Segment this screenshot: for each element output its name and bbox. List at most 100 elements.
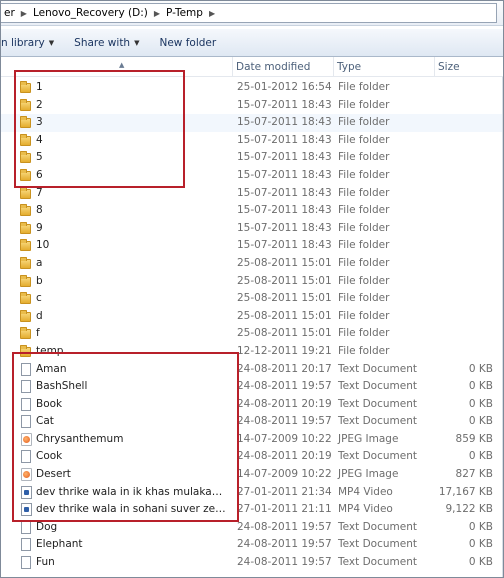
share-with-label: Share with <box>74 36 131 49</box>
file-row[interactable]: Dog 24-08-2011 19:57 Text Document 0 KB <box>1 519 503 537</box>
file-name: 8 <box>36 204 43 217</box>
file-row[interactable]: Elephant 24-08-2011 19:57 Text Document 0 K… <box>1 536 503 554</box>
file-row[interactable]: Aman 24-08-2011 20:17 Text Document 0 KB <box>1 361 503 379</box>
file-row[interactable]: Cat 24-08-2011 19:57 Text Document 0 KB <box>1 413 503 431</box>
file-date-modified: 12-12-2011 19:21 <box>237 344 332 357</box>
file-row[interactable]: 7 15-07-2011 18:43 File folder <box>1 185 503 203</box>
folder-icon <box>20 98 31 111</box>
file-row[interactable]: Cook 24-08-2011 20:19 Text Document 0 KB <box>1 448 503 466</box>
file-size: 0 KB <box>468 380 493 393</box>
file-name: f <box>36 327 40 340</box>
file-row[interactable]: BashShell 24-08-2011 19:57 Text Document 0 … <box>1 378 503 396</box>
file-type: MP4 Video <box>338 485 393 498</box>
file-name: temp <box>36 344 64 357</box>
column-header-name[interactable]: ▲ <box>1 57 233 77</box>
file-row[interactable]: 4 15-07-2011 18:43 File folder <box>1 132 503 150</box>
column-header-size[interactable]: Size <box>435 57 503 77</box>
file-date-modified: 15-07-2011 18:43 <box>237 186 332 199</box>
file-row[interactable]: temp 12-12-2011 19:21 File folder <box>1 343 503 361</box>
file-type: JPEG Image <box>338 468 399 481</box>
file-type: Text Document <box>338 520 417 533</box>
file-type: File folder <box>338 81 390 93</box>
file-type: File folder <box>338 168 390 181</box>
file-date-modified: 15-07-2011 18:43 <box>237 151 332 164</box>
file-size: 827 KB <box>455 468 493 481</box>
file-row[interactable]: Desert 14-07-2009 10:22 JPEG Image 827 KB <box>1 466 503 484</box>
file-row[interactable]: dev thrike wala in sohani suver zee punj… <box>1 501 503 519</box>
file-type: Text Document <box>338 415 417 428</box>
column-header-date[interactable]: Date modified <box>233 57 334 77</box>
file-row[interactable]: 3 15-07-2011 18:43 File folder <box>1 114 503 132</box>
breadcrumb[interactable]: er ▶ Lenovo_Recovery (D:) ▶ P-Temp ▶ <box>1 3 497 23</box>
file-row[interactable]: d 25-08-2011 15:01 File folder <box>1 308 503 326</box>
file-size: 0 KB <box>468 556 493 569</box>
file-name: Elephant <box>36 538 83 551</box>
address-bar[interactable]: er ▶ Lenovo_Recovery (D:) ▶ P-Temp ▶ <box>1 1 503 26</box>
file-type: Text Document <box>338 450 417 463</box>
breadcrumb-item-drive[interactable]: Lenovo_Recovery (D:) <box>29 7 152 19</box>
file-row[interactable]: 9 15-07-2011 18:43 File folder <box>1 220 503 238</box>
folder-icon <box>20 256 31 269</box>
file-row[interactable]: Chrysanthemum 14-07-2009 10:22 JPEG Image 8… <box>1 431 503 449</box>
text-document-icon <box>21 556 31 570</box>
breadcrumb-chevron-icon[interactable]: ▶ <box>19 9 29 18</box>
file-type: File folder <box>338 239 390 252</box>
scrollbar[interactable] <box>502 77 503 577</box>
text-document-icon <box>21 362 31 376</box>
file-row[interactable]: c 25-08-2011 15:01 File folder <box>1 290 503 308</box>
folder-icon <box>20 327 31 340</box>
column-header-type[interactable]: Type <box>334 57 435 77</box>
file-row[interactable]: dev thrike wala in ik khas mulakat (zee … <box>1 484 503 502</box>
file-type: File folder <box>338 133 390 146</box>
file-type: File folder <box>338 204 390 217</box>
file-row[interactable]: 1 25-01-2012 16:54 File folder <box>1 79 503 97</box>
file-row[interactable]: 6 15-07-2011 18:43 File folder <box>1 167 503 185</box>
file-row[interactable]: Fun 24-08-2011 19:57 Text Document 0 KB <box>1 554 503 572</box>
file-name: d <box>36 309 43 322</box>
new-folder-button[interactable]: New folder <box>153 32 222 54</box>
include-in-library-label: n library <box>1 36 45 49</box>
file-row[interactable]: a 25-08-2011 15:01 File folder <box>1 255 503 273</box>
file-type: File folder <box>338 327 390 340</box>
file-date-modified: 15-07-2011 18:43 <box>237 221 332 234</box>
breadcrumb-chevron-icon[interactable]: ▶ <box>152 9 162 18</box>
text-document-icon <box>21 520 31 534</box>
sort-ascending-icon: ▲ <box>119 61 125 69</box>
file-row[interactable]: f 25-08-2011 15:01 File folder <box>1 325 503 343</box>
file-date-modified: 24-08-2011 19:57 <box>237 415 332 428</box>
file-date-modified: 27-01-2011 21:34 <box>237 485 332 498</box>
file-row[interactable]: b 25-08-2011 15:01 File folder <box>1 273 503 291</box>
file-date-modified: 24-08-2011 19:57 <box>237 556 332 569</box>
explorer-window: er ▶ Lenovo_Recovery (D:) ▶ P-Temp ▶ n l… <box>0 0 504 578</box>
file-size: 859 KB <box>455 432 493 445</box>
file-date-modified: 25-01-2012 16:54 <box>237 81 332 93</box>
file-name: 9 <box>36 221 43 234</box>
text-document-icon <box>21 538 31 552</box>
file-list: 1 25-01-2012 16:54 File folder 2 15-07-2011 … <box>1 79 503 572</box>
file-size: 0 KB <box>468 520 493 533</box>
breadcrumb-item-parent[interactable]: er <box>1 7 19 19</box>
breadcrumb-chevron-icon[interactable]: ▶ <box>207 9 217 18</box>
chevron-down-icon: ▼ <box>134 38 140 47</box>
file-name: dev thrike wala in sohani suver zee punj… <box>36 503 226 516</box>
file-name: 3 <box>36 116 43 129</box>
folder-icon <box>20 221 31 234</box>
file-row[interactable]: 8 15-07-2011 18:43 File folder <box>1 202 503 220</box>
file-row[interactable]: 10 15-07-2011 18:43 File folder <box>1 237 503 255</box>
file-date-modified: 15-07-2011 18:43 <box>237 98 332 111</box>
file-row[interactable]: 5 15-07-2011 18:43 File folder <box>1 149 503 167</box>
share-with-button[interactable]: Share with ▼ <box>68 32 145 54</box>
file-type: Text Document <box>338 556 417 569</box>
folder-icon <box>20 151 31 164</box>
file-name: Cook <box>36 450 63 463</box>
file-row[interactable]: Book 24-08-2011 20:19 Text Document 0 KB <box>1 396 503 414</box>
file-name: 6 <box>36 168 43 181</box>
breadcrumb-item-folder[interactable]: P-Temp <box>162 7 207 19</box>
include-in-library-button[interactable]: n library ▼ <box>1 32 60 54</box>
file-type: Text Document <box>338 362 417 375</box>
file-size: 17,167 KB <box>438 485 493 498</box>
file-name: 2 <box>36 98 43 111</box>
folder-icon <box>20 274 31 287</box>
file-size: 0 KB <box>468 362 493 375</box>
file-row[interactable]: 2 15-07-2011 18:43 File folder <box>1 97 503 115</box>
